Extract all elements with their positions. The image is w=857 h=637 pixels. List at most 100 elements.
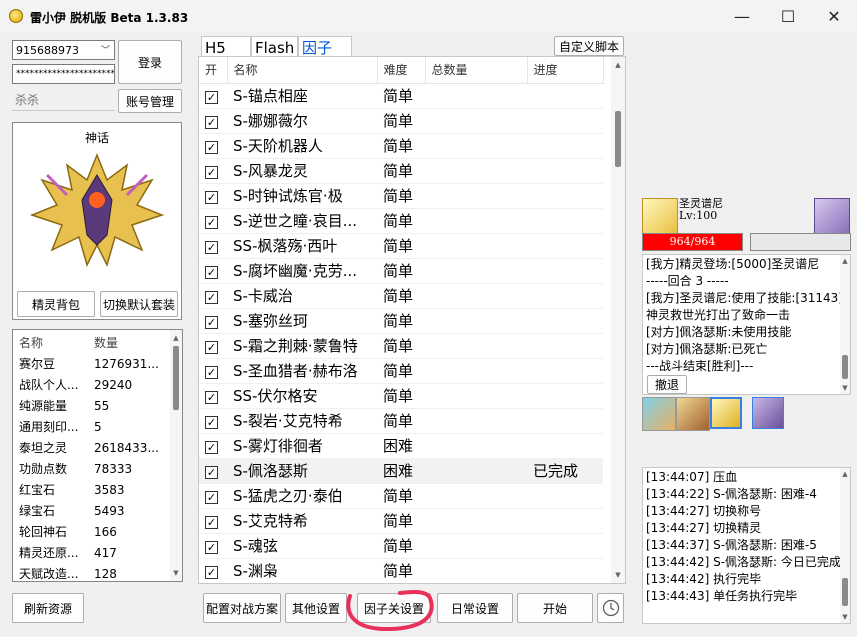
enable-checkbox[interactable]: ✓ <box>205 165 218 179</box>
resource-row[interactable]: 天赋改造... 128 <box>13 563 171 582</box>
switch-suit-button[interactable]: 切换默认套装 <box>100 291 178 317</box>
battle-plan-button[interactable]: 配置对战方案 <box>203 593 281 623</box>
factor-row[interactable]: ✓ S-雾灯徘徊者 困难 <box>199 433 603 459</box>
enable-checkbox[interactable]: ✓ <box>205 440 218 454</box>
header-difficulty[interactable]: 难度 <box>377 57 426 84</box>
resources-header-count: 数量 <box>94 336 119 350</box>
resource-row[interactable]: 绿宝石 5493 <box>13 500 171 521</box>
enable-checkbox[interactable]: ✓ <box>205 365 218 379</box>
enable-checkbox[interactable]: ✓ <box>205 215 218 229</box>
password-field[interactable]: **************************** <box>12 64 115 84</box>
login-button[interactable]: 登录 <box>118 40 182 84</box>
account-manage-button[interactable]: 账号管理 <box>118 89 182 113</box>
enable-checkbox[interactable]: ✓ <box>205 515 218 529</box>
enable-checkbox[interactable]: ✓ <box>205 315 218 329</box>
timer-button[interactable] <box>597 593 624 623</box>
factor-row[interactable]: ✓ SS-枫落殇·西叶 简单 <box>199 233 603 259</box>
enable-checkbox[interactable]: ✓ <box>205 265 218 279</box>
factor-name: S-腐坏幽魔·克劳... <box>227 258 377 284</box>
enable-checkbox[interactable]: ✓ <box>205 140 218 154</box>
resource-row[interactable]: 红宝石 3583 <box>13 479 171 500</box>
scroll-up-icon[interactable]: ▲ <box>170 334 182 342</box>
scroll-down-icon[interactable]: ▼ <box>611 571 625 579</box>
factor-row[interactable]: ✓ S-裂岩·艾克特希 简单 <box>199 408 603 434</box>
enable-checkbox[interactable]: ✓ <box>205 490 218 504</box>
minimize-icon[interactable]: — <box>719 0 765 32</box>
factor-row[interactable]: ✓ S-风暴龙灵 简单 <box>199 158 603 184</box>
factor-row[interactable]: ✓ S-塞弥丝珂 简单 <box>199 308 603 334</box>
factor-row[interactable]: ✓ S-圣血猎者·赫布洛 简单 <box>199 358 603 384</box>
factor-row[interactable]: ✓ SS-伏尔格安 简单 <box>199 383 603 409</box>
enable-checkbox[interactable]: ✓ <box>205 115 218 129</box>
factor-total <box>425 233 527 259</box>
enable-checkbox[interactable]: ✓ <box>205 465 218 479</box>
team-spirit-3-active[interactable] <box>710 397 742 429</box>
start-button[interactable]: 开始 <box>517 593 593 623</box>
resources-header-name: 名称 <box>19 336 44 350</box>
factor-row[interactable]: ✓ S-娜娜薇尔 简单 <box>199 108 603 134</box>
task-log-scrollbar[interactable]: ▲ ▼ <box>840 468 850 623</box>
tab-factor[interactable]: 因子 <box>298 36 352 58</box>
factor-row[interactable]: ✓ S-艾克特希 简单 <box>199 508 603 534</box>
resource-row[interactable]: 功勋点数 78333 <box>13 458 171 479</box>
factor-row[interactable]: ✓ S-天阶机器人 简单 <box>199 133 603 159</box>
factor-table[interactable]: 开 名称 难度 总数量 进度 ✓ S-锚点相座 简单 ✓ S-娜娜薇尔 简单 ✓ S-天阶机器… <box>198 56 626 584</box>
factor-row[interactable]: ✓ S-锚点相座 简单 <box>199 83 603 109</box>
factor-row[interactable]: ✓ S-腐坏幽魔·克劳... 简单 <box>199 258 603 284</box>
resources-scrollbar[interactable]: ▲ ▼ <box>170 330 182 581</box>
resource-row[interactable]: 泰坦之灵 2618433... <box>13 437 171 458</box>
resource-row[interactable]: 赛尔豆 1276931... <box>13 353 171 374</box>
daily-settings-button[interactable]: 日常设置 <box>437 593 513 623</box>
resource-row[interactable]: 通用刻印... 5 <box>13 416 171 437</box>
factor-row[interactable]: ✓ S-魂弦 简单 <box>199 533 603 559</box>
close-icon[interactable]: ✕ <box>811 0 857 32</box>
enable-checkbox[interactable]: ✓ <box>205 290 218 304</box>
other-settings-button[interactable]: 其他设置 <box>285 593 347 623</box>
factor-row[interactable]: ✓ S-霜之荆棘·蒙鲁特 简单 <box>199 333 603 359</box>
team-spirit-2[interactable] <box>676 397 710 431</box>
factor-row[interactable]: ✓ S-时钟试炼官·极 简单 <box>199 183 603 209</box>
factor-row[interactable]: ✓ S-佩洛瑟斯 困难 已完成 <box>199 458 603 484</box>
enable-checkbox[interactable]: ✓ <box>205 540 218 554</box>
enable-checkbox[interactable]: ✓ <box>205 240 218 254</box>
enable-checkbox[interactable]: ✓ <box>205 190 218 204</box>
maximize-icon[interactable]: ☐ <box>765 0 811 32</box>
enable-checkbox[interactable]: ✓ <box>205 90 218 104</box>
resource-row[interactable]: 轮回神石 166 <box>13 521 171 542</box>
resources-list[interactable]: 名称 数量 赛尔豆 1276931... 战队个人... 29240 纯源能量 55 通用刻… <box>12 329 183 582</box>
factor-row[interactable]: ✓ S-渊枭 简单 <box>199 558 603 583</box>
battle-log-scrollbar[interactable]: ▲ ▼ <box>840 255 850 394</box>
team-spirit-1[interactable] <box>642 397 676 431</box>
resource-row[interactable]: 战队个人... 29240 <box>13 374 171 395</box>
enemy-spirit-avatar <box>814 198 850 234</box>
scroll-up-icon[interactable]: ▲ <box>611 61 625 69</box>
custom-script-button[interactable]: 自定义脚本 <box>554 36 624 56</box>
tab-flash[interactable]: Flash <box>251 36 298 58</box>
enable-checkbox[interactable]: ✓ <box>205 565 218 579</box>
factor-scrollbar[interactable]: ▲ ▼ <box>611 57 625 583</box>
task-log-line: [13:44:27] 切换精灵 <box>646 521 762 535</box>
refresh-resources-button[interactable]: 刷新资源 <box>12 593 84 623</box>
header-progress[interactable]: 进度 <box>527 57 604 84</box>
factor-total <box>425 408 527 434</box>
header-enabled[interactable]: 开 <box>199 57 228 84</box>
factor-difficulty: 简单 <box>377 158 425 184</box>
resource-row[interactable]: 精灵还原... 417 <box>13 542 171 563</box>
factor-row[interactable]: ✓ S-卡威治 简单 <box>199 283 603 309</box>
account-select[interactable]: 915688973 ﹀ <box>12 40 115 60</box>
nickname-field[interactable]: 杀杀 <box>12 89 115 111</box>
account-value: 915688973 <box>16 43 79 57</box>
factor-row[interactable]: ✓ S-逆世之瞳·哀目... 简单 <box>199 208 603 234</box>
factor-row[interactable]: ✓ S-猛虎之刃·泰伯 简单 <box>199 483 603 509</box>
enable-checkbox[interactable]: ✓ <box>205 340 218 354</box>
enable-checkbox[interactable]: ✓ <box>205 415 218 429</box>
retreat-button[interactable]: 撤退 <box>647 375 687 394</box>
spirit-backpack-button[interactable]: 精灵背包 <box>17 291 95 317</box>
scroll-down-icon[interactable]: ▼ <box>170 569 182 577</box>
resource-row[interactable]: 纯源能量 55 <box>13 395 171 416</box>
header-total[interactable]: 总数量 <box>425 57 528 84</box>
tab-h5[interactable]: H5 <box>201 36 251 58</box>
window-title: 雷小伊 脱机版 Beta 1.3.83 <box>30 11 189 25</box>
header-name[interactable]: 名称 <box>227 57 378 84</box>
enable-checkbox[interactable]: ✓ <box>205 390 218 404</box>
